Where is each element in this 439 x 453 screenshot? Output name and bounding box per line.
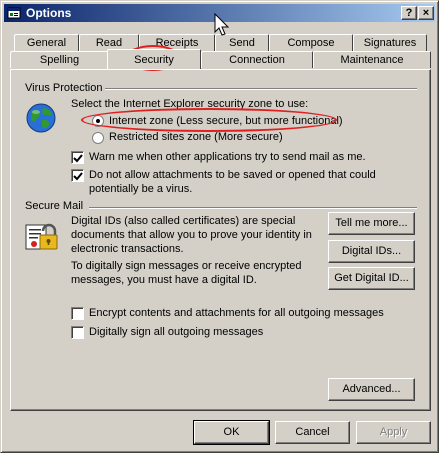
secure-mail-heading: Secure Mail [25, 200, 84, 212]
tab-send-label: Send [229, 37, 255, 49]
secure-mail-divider [89, 207, 417, 209]
warn-send-as-me-checkbox[interactable] [71, 151, 84, 164]
tab-general-label: General [26, 37, 67, 49]
sign-outgoing-checkbox[interactable] [71, 326, 84, 339]
ok-label: OK [223, 426, 240, 438]
advanced-button[interactable]: Advanced... [328, 378, 415, 401]
tab-compose[interactable]: Compose [269, 34, 353, 51]
block-attachments-label-line1[interactable]: Do not allow attachments to be saved or … [89, 169, 376, 181]
tab-spelling[interactable]: Spelling [10, 51, 109, 68]
padlock-certificate-icon [24, 219, 58, 256]
apply-label: Apply [379, 426, 408, 438]
close-button[interactable]: × [418, 6, 434, 20]
tell-me-more-label: Tell me more... [335, 217, 408, 229]
warn-send-as-me-label[interactable]: Warn me when other applications try to s… [89, 151, 366, 163]
encrypt-outgoing-checkbox[interactable] [71, 307, 84, 320]
tab-signatures-label: Signatures [363, 37, 417, 49]
block-attachments-label-line2[interactable]: potentially be a virus. [89, 183, 192, 195]
tab-security-label: Security [134, 54, 174, 66]
cancel-button[interactable]: Cancel [275, 421, 350, 444]
virus-protection-heading: Virus Protection [25, 82, 103, 94]
options-app-icon [7, 6, 21, 20]
tab-general[interactable]: General [14, 34, 79, 51]
tab-compose-label: Compose [287, 37, 335, 49]
tab-connection[interactable]: Connection [201, 51, 313, 68]
digital-id-description-line1: Digital IDs (also called certificates) a… [71, 215, 296, 227]
encrypt-outgoing-label[interactable]: Encrypt contents and attachments for all… [89, 307, 384, 319]
close-icon: × [422, 7, 430, 19]
tab-maintenance[interactable]: Maintenance [313, 51, 431, 68]
cancel-label: Cancel [295, 426, 330, 438]
globe-icon [25, 102, 57, 137]
help-icon: ? [405, 7, 413, 19]
apply-button[interactable]: Apply [356, 421, 431, 444]
sign-encrypt-description-line2: messages, you must have a digital ID. [71, 274, 257, 286]
sign-encrypt-description-line1: To digitally sign messages or receive en… [71, 260, 302, 272]
tab-spelling-label: Spelling [39, 54, 80, 66]
advanced-label: Advanced... [342, 383, 401, 395]
get-digital-id-label: Get Digital ID... [334, 272, 409, 284]
tab-security[interactable]: Security [107, 49, 201, 69]
get-digital-id-button[interactable]: Get Digital ID... [328, 267, 415, 290]
help-button[interactable]: ? [401, 6, 417, 20]
digital-ids-label: Digital IDs... [341, 245, 402, 257]
digital-id-description-line2: documents that allow you to prove your i… [71, 229, 312, 241]
ok-button[interactable]: OK [193, 420, 270, 445]
checkmark-icon [73, 172, 83, 181]
digital-id-description-line3: electronic transactions. [71, 243, 184, 255]
digital-ids-button[interactable]: Digital IDs... [328, 240, 415, 263]
tab-connection-label: Connection [229, 54, 285, 66]
internet-zone-highlight-ellipse [81, 108, 337, 132]
mouse-cursor-icon [214, 12, 230, 40]
tab-read-label: Read [95, 37, 123, 49]
virus-protection-divider [105, 88, 417, 90]
block-attachments-checkbox[interactable] [71, 169, 84, 182]
checkmark-icon [73, 154, 83, 163]
tell-me-more-button[interactable]: Tell me more... [328, 212, 415, 235]
tab-maintenance-label: Maintenance [340, 54, 404, 66]
sign-outgoing-label[interactable]: Digitally sign all outgoing messages [89, 326, 263, 338]
tab-signatures[interactable]: Signatures [353, 34, 427, 51]
options-dialog: Options ? × General Read Receipts Send C… [0, 0, 439, 453]
restricted-zone-radio[interactable] [92, 132, 104, 144]
restricted-zone-label[interactable]: Restricted sites zone (More secure) [109, 131, 283, 143]
window-title: Options [26, 6, 72, 20]
